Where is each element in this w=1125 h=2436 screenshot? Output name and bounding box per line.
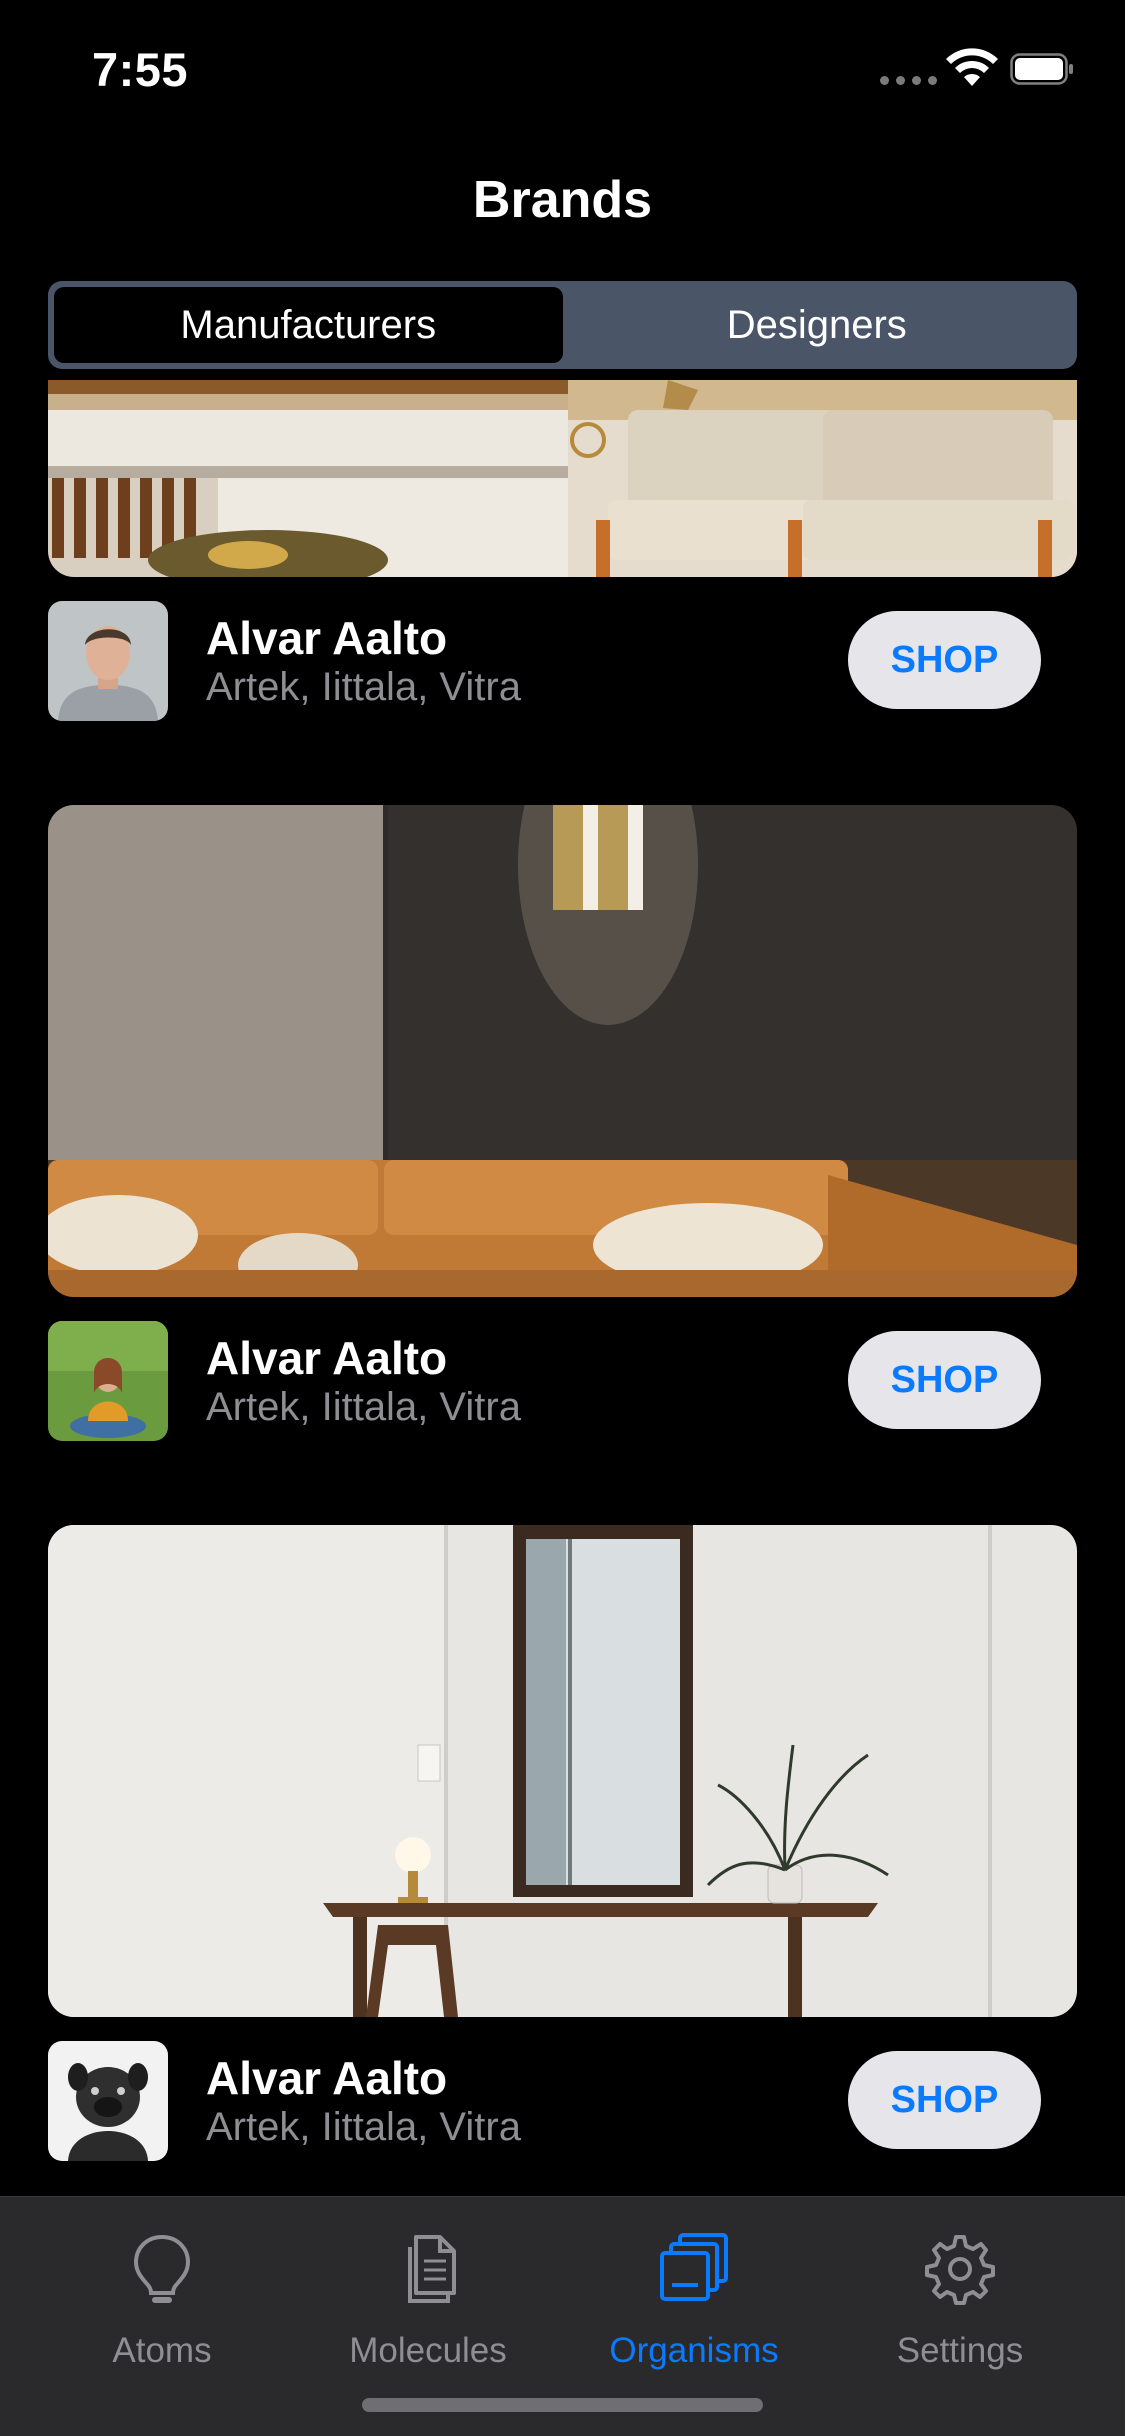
list-item[interactable]: Alvar Aalto Artek, Iittala, Vitra SHOP (48, 1321, 1077, 1441)
tab-label: Atoms (112, 2331, 212, 2370)
tab-label: Molecules (349, 2331, 507, 2370)
segment-designers[interactable]: Designers (563, 287, 1072, 363)
card-image-desk-mirror[interactable] (48, 1525, 1077, 2017)
designer-brands: Artek, Iittala, Vitra (206, 665, 521, 709)
status-time: 7:55 (92, 43, 189, 96)
stacked-squares-icon (660, 2233, 728, 2301)
wifi-icon (946, 48, 998, 86)
home-indicator[interactable] (362, 2398, 763, 2412)
battery-icon (1010, 53, 1073, 85)
designer-name: Alvar Aalto (206, 2052, 448, 2104)
avatar (48, 2041, 168, 2161)
avatar (48, 601, 168, 721)
designer-brands: Artek, Iittala, Vitra (206, 2105, 521, 2149)
lightbulb-icon (133, 2234, 191, 2303)
tab-label: Organisms (609, 2331, 779, 2370)
cellular-signal-icon (880, 76, 937, 85)
avatar (48, 1321, 168, 1441)
gear-icon (925, 2235, 995, 2305)
documents-icon (408, 2235, 456, 2303)
brand-type-segmented-control: Manufacturers Designers (48, 281, 1077, 369)
designer-brands: Artek, Iittala, Vitra (206, 1385, 521, 1429)
card-image-leather-sofa[interactable] (48, 805, 1077, 1297)
brands-list[interactable]: Alvar Aalto Artek, Iittala, Vitra SHOP A… (0, 380, 1125, 2196)
designer-name: Alvar Aalto (206, 612, 448, 664)
card-image-lounge-chairs[interactable] (48, 380, 1077, 577)
list-item[interactable]: Alvar Aalto Artek, Iittala, Vitra SHOP (48, 2041, 1077, 2161)
status-bar: 7:55 (0, 0, 1125, 140)
tab-atoms[interactable]: Atoms (62, 2197, 262, 2377)
list-item[interactable]: Alvar Aalto Artek, Iittala, Vitra SHOP (48, 601, 1077, 721)
designer-name: Alvar Aalto (206, 1332, 448, 1384)
shop-button[interactable]: SHOP (848, 2051, 1041, 2149)
tab-settings[interactable]: Settings (860, 2197, 1060, 2377)
segment-manufacturers[interactable]: Manufacturers (54, 287, 563, 363)
page-title: Brands (472, 171, 653, 229)
tab-molecules[interactable]: Molecules (328, 2197, 528, 2377)
brands-screen: 7:55 Brands Manufacturers Designers Alva… (0, 0, 1125, 2436)
tab-organisms[interactable]: Organisms (594, 2197, 794, 2377)
shop-button[interactable]: SHOP (848, 1331, 1041, 1429)
shop-button[interactable]: SHOP (848, 611, 1041, 709)
tab-label: Settings (896, 2331, 1024, 2370)
